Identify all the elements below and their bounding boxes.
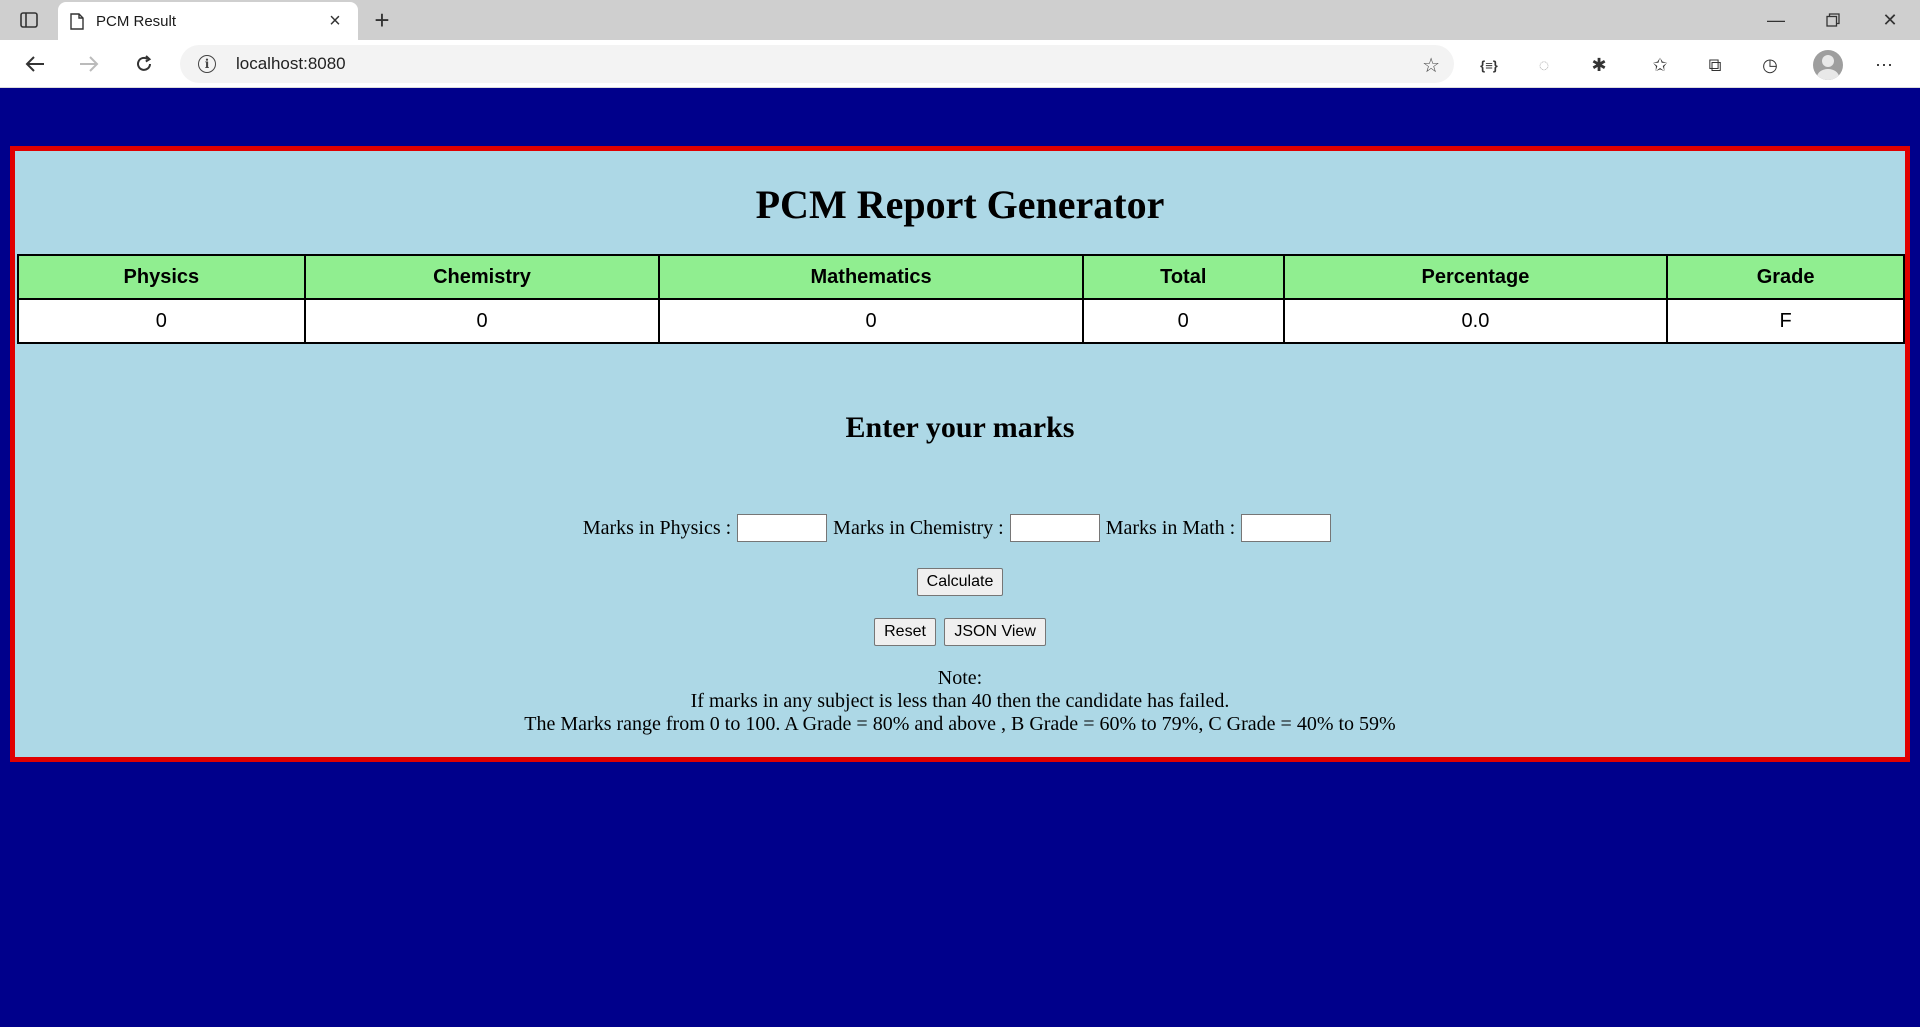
cell-total: 0 xyxy=(1081,298,1285,344)
json-extension-icon[interactable]: {≡} xyxy=(1476,52,1502,78)
add-favorite-icon[interactable]: ☆ xyxy=(1422,53,1440,78)
note-line-1: If marks in any subject is less than 40 … xyxy=(690,690,1230,712)
calculate-row: Calculate xyxy=(15,568,1905,596)
header-mathematics: Mathematics xyxy=(658,254,1084,300)
table-header-row: Physics Chemistry Mathematics Total Perc… xyxy=(17,254,1905,300)
new-tab-button[interactable]: + xyxy=(368,5,396,35)
minimize-icon[interactable]: — xyxy=(1748,0,1804,40)
calculate-button[interactable]: Calculate xyxy=(916,568,1004,596)
math-label: Marks in Math : xyxy=(1105,516,1236,539)
collections-icon[interactable]: ⧉ xyxy=(1702,52,1728,78)
restore-window-icon xyxy=(1826,13,1840,27)
extension-icon[interactable]: ◌ xyxy=(1531,52,1557,78)
actions-row: Reset JSON View xyxy=(15,618,1905,646)
more-menu-icon[interactable]: ⋯ xyxy=(1871,52,1897,78)
marks-form: Marks in Physics : Marks in Chemistry : … xyxy=(15,514,1905,542)
address-text: localhost:8080 xyxy=(236,54,346,73)
header-physics: Physics xyxy=(17,254,306,300)
extensions-puzzle-icon[interactable]: ✱ xyxy=(1586,52,1612,78)
form-heading: Enter your marks xyxy=(845,411,1075,444)
page-icon xyxy=(70,12,84,30)
forward-icon[interactable] xyxy=(72,48,106,80)
cell-chemistry: 0 xyxy=(303,298,661,344)
report-panel: PCM Report Generator Physics Chemistry M… xyxy=(10,146,1910,762)
results-table: Physics Chemistry Mathematics Total Perc… xyxy=(17,254,1905,344)
table-row: 0 0 0 0 0.0 F xyxy=(17,298,1905,344)
site-info-icon[interactable]: i xyxy=(198,55,216,73)
note-line-2: The Marks range from 0 to 100. A Grade =… xyxy=(524,713,1396,735)
json-view-button[interactable]: JSON View xyxy=(944,618,1046,646)
close-window-icon[interactable]: ✕ xyxy=(1862,0,1918,40)
header-total: Total xyxy=(1081,254,1285,300)
header-grade: Grade xyxy=(1666,254,1905,300)
reset-button[interactable]: Reset xyxy=(874,618,936,646)
math-input[interactable] xyxy=(1241,514,1332,542)
cell-physics: 0 xyxy=(17,298,306,344)
cell-mathematics: 0 xyxy=(658,298,1084,344)
tab-actions-icon xyxy=(20,12,38,28)
physics-label: Marks in Physics : xyxy=(582,516,732,539)
note-section: Note: If marks in any subject is less th… xyxy=(15,667,1905,736)
tab-title: PCM Result xyxy=(96,12,177,30)
back-icon[interactable] xyxy=(18,48,52,80)
physics-input[interactable] xyxy=(737,514,828,542)
browser-tab-bar: PCM Result × + — ✕ xyxy=(0,0,1920,40)
refresh-icon[interactable] xyxy=(127,48,161,80)
history-icon[interactable]: ◷ xyxy=(1757,52,1783,78)
browser-tab[interactable]: PCM Result × xyxy=(58,2,358,40)
restore-icon[interactable] xyxy=(1805,0,1861,40)
favorites-icon[interactable]: ✩ xyxy=(1647,52,1673,78)
header-chemistry: Chemistry xyxy=(303,254,661,300)
profile-avatar[interactable] xyxy=(1813,50,1843,80)
chemistry-label: Marks in Chemistry : xyxy=(833,516,1004,539)
chemistry-input[interactable] xyxy=(1009,514,1100,542)
close-tab-icon[interactable]: × xyxy=(324,11,346,31)
tab-actions-button[interactable] xyxy=(14,8,44,32)
note-title: Note: xyxy=(937,667,983,689)
browser-toolbar: i localhost:8080 ☆ {≡} ◌ ✱ ✩ ⧉ ◷ ⋯ xyxy=(0,40,1920,88)
cell-grade: F xyxy=(1666,298,1905,344)
address-bar[interactable]: i localhost:8080 ☆ xyxy=(180,45,1454,83)
header-percentage: Percentage xyxy=(1282,254,1669,300)
page-title: PCM Report Generator xyxy=(755,182,1165,227)
cell-percentage: 0.0 xyxy=(1282,298,1669,344)
